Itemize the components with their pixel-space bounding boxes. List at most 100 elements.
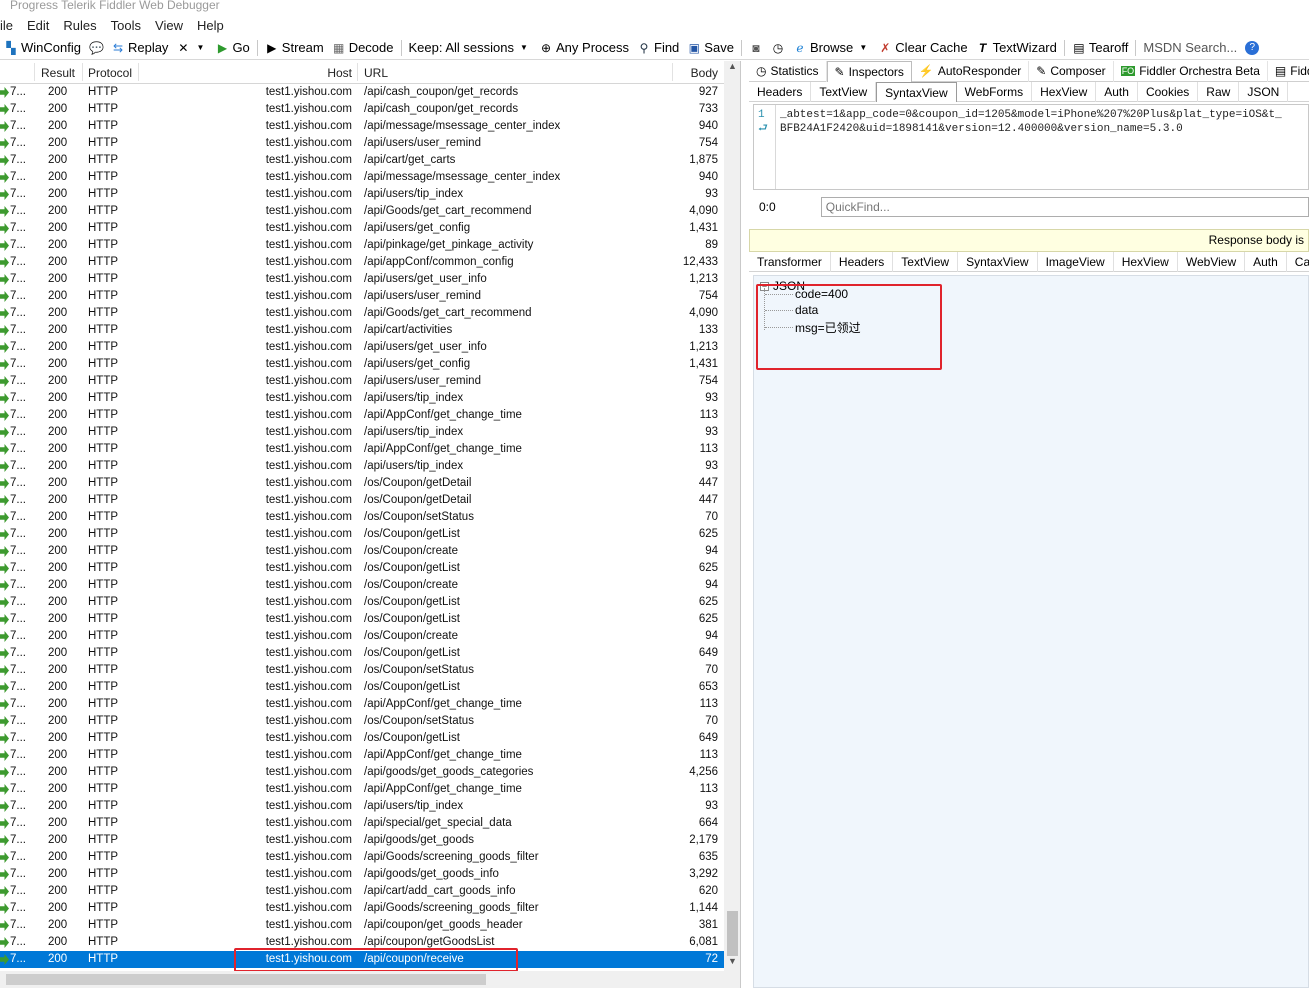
table-row[interactable]: 7... 200 HTTP test1.yishou.com/api/Goods/sc… (0, 900, 724, 917)
tab-fiddler-orchestra[interactable]: FO Fiddler Orchestra Beta (1114, 61, 1268, 82)
sessions-vertical-scrollbar[interactable]: ▲ ▼ (724, 61, 740, 988)
tab-response-headers[interactable]: Headers (831, 251, 894, 272)
menu-file[interactable]: ile (0, 18, 20, 33)
tab-request-syntaxview[interactable]: SyntaxView (876, 81, 957, 102)
screenshot-button[interactable]: ◙ (745, 41, 767, 55)
tearoff-button[interactable]: ▤ Tearoff (1068, 40, 1133, 55)
clear-cache-button[interactable]: ✗ Clear Cache (874, 40, 971, 55)
browse-button[interactable]: ℯ Browse ▼ (789, 40, 874, 55)
table-row[interactable]: 7... 200 HTTP test1.yishou.com/api/users/us… (0, 135, 724, 152)
tab-request-webforms[interactable]: WebForms (957, 81, 1033, 102)
column-protocol[interactable]: Protocol (88, 66, 132, 80)
table-row[interactable]: 7... 200 HTTP test1.yishou.com/api/pinkage/… (0, 237, 724, 254)
table-row[interactable]: 7... 200 HTTP test1.yishou.com/api/Goods/sc… (0, 849, 724, 866)
tab-response-textview[interactable]: TextView (893, 251, 959, 272)
table-row[interactable]: 7... 200 HTTP test1.yishou.com/api/users/ti… (0, 458, 724, 475)
table-row[interactable]: 7... 200 HTTP test1.yishou.com/api/message/… (0, 169, 724, 186)
tab-response-hexview[interactable]: HexView (1114, 251, 1178, 272)
help-button[interactable]: ? (1241, 40, 1263, 55)
table-row[interactable]: 7... 200 HTTP test1.yishou.com/os/Coupon/ge… (0, 594, 724, 611)
table-row[interactable]: 7... 200 HTTP test1.yishou.com/os/Coupon/ge… (0, 475, 724, 492)
tab-request-hexview[interactable]: HexView (1032, 81, 1097, 102)
table-row[interactable]: 7... 200 HTTP test1.yishou.com/api/cart/add… (0, 883, 724, 900)
save-button[interactable]: ▣ Save (683, 40, 738, 55)
table-row[interactable]: 7... 200 HTTP test1.yishou.com/api/users/ge… (0, 339, 724, 356)
msdn-search-input[interactable]: MSDN Search... (1139, 40, 1241, 55)
table-row[interactable]: 7... 200 HTTP test1.yishou.com/api/users/ti… (0, 390, 724, 407)
winconfig-button[interactable]: ▚ WinConfig (0, 40, 85, 55)
table-row[interactable]: 7... 200 HTTP test1.yishou.com/api/AppConf/… (0, 747, 724, 764)
table-row[interactable]: 7... 200 HTTP test1.yishou.com/api/Goods/ge… (0, 203, 724, 220)
table-row[interactable]: 7... 200 HTTP test1.yishou.com/api/cart/get… (0, 152, 724, 169)
go-button[interactable]: ▶ Go (211, 40, 253, 55)
table-row[interactable]: 7... 200 HTTP test1.yishou.com/api/users/ge… (0, 356, 724, 373)
scroll-down-icon[interactable]: ▼ (724, 956, 740, 970)
table-row[interactable]: 7... 200 HTTP test1.yishou.com/os/Coupon/cr… (0, 628, 724, 645)
table-row[interactable]: 7... 200 HTTP test1.yishou.com/api/message/… (0, 118, 724, 135)
tab-request-auth[interactable]: Auth (1096, 81, 1138, 102)
tab-request-raw[interactable]: Raw (1198, 81, 1240, 102)
column-url[interactable]: URL (364, 66, 388, 80)
table-row[interactable]: 7... 200 HTTP test1.yishou.com/api/users/ge… (0, 220, 724, 237)
table-row[interactable]: 7... 200 HTTP test1.yishou.com/os/Coupon/se… (0, 662, 724, 679)
table-row[interactable]: 7... 200 HTTP test1.yishou.com/api/users/ti… (0, 186, 724, 203)
scroll-up-icon[interactable]: ▲ (724, 61, 740, 75)
table-row[interactable]: 7... 200 HTTP test1.yishou.com/api/Goods/ge… (0, 305, 724, 322)
table-row[interactable]: 7... 200 HTTP test1.yishou.com/api/special/… (0, 815, 724, 832)
sessions-horizontal-scrollbar[interactable] (0, 971, 724, 988)
table-row[interactable]: 7... 200 HTTP test1.yishou.com/api/AppConf/… (0, 407, 724, 424)
table-row[interactable]: 7... 200 HTTP test1.yishou.com/os/Coupon/ge… (0, 645, 724, 662)
menu-edit[interactable]: Edit (20, 18, 56, 33)
comment-button[interactable]: 💬 (85, 41, 107, 55)
quickfind-input[interactable]: QuickFind... (820, 197, 1309, 217)
tab-autoresponder[interactable]: ⚡ AutoResponder (912, 61, 1030, 82)
table-row[interactable]: 7... 200 HTTP test1.yishou.com/os/Coupon/ge… (0, 526, 724, 543)
table-row[interactable]: 7... 200 HTTP test1.yishou.com/api/AppConf/… (0, 781, 724, 798)
menu-rules[interactable]: Rules (56, 18, 103, 33)
replay-button[interactable]: ⇆ Replay (107, 40, 172, 55)
tab-response-webview[interactable]: WebView (1178, 251, 1246, 272)
menu-help[interactable]: Help (190, 18, 231, 33)
scrollbar-thumb[interactable] (727, 911, 738, 956)
table-row[interactable]: 7... 200 HTTP test1.yishou.com/os/Coupon/cr… (0, 577, 724, 594)
keep-sessions-dropdown[interactable]: Keep: All sessions ▼ (405, 40, 536, 55)
tab-response-transformer[interactable]: Transformer (749, 251, 831, 272)
table-row[interactable]: 7... 200 HTTP test1.yishou.com/api/users/us… (0, 373, 724, 390)
tab-request-textview[interactable]: TextView (811, 81, 877, 102)
table-row[interactable]: 7... 200 HTTP test1.yishou.com/os/Coupon/ge… (0, 611, 724, 628)
table-row[interactable]: 7... 200 HTTP test1.yishou.com/api/goods/ge… (0, 764, 724, 781)
table-row[interactable]: 7... 200 HTTP test1.yishou.com/api/users/ti… (0, 424, 724, 441)
table-row[interactable]: 7... 200 HTTP test1.yishou.com/os/Coupon/se… (0, 713, 724, 730)
table-row[interactable]: 7... 200 HTTP test1.yishou.com/os/Coupon/cr… (0, 543, 724, 560)
table-row[interactable]: 7... 200 HTTP test1.yishou.com/api/cart/act… (0, 322, 724, 339)
menu-view[interactable]: View (148, 18, 190, 33)
any-process-button[interactable]: ⊕ Any Process (535, 40, 633, 55)
timer-button[interactable]: ◷ (767, 41, 789, 55)
table-row[interactable]: 7... 200 HTTP test1.yishou.com/api/AppConf/… (0, 441, 724, 458)
tab-request-headers[interactable]: Headers (749, 81, 812, 102)
tab-request-json[interactable]: JSON (1239, 81, 1289, 102)
tab-composer[interactable]: ✎ Composer (1029, 61, 1114, 82)
column-result[interactable]: Result (41, 66, 75, 80)
request-body-editor[interactable]: 1 ⮐ _abtest=1&app_code=0&coupon_id=1205&m… (753, 104, 1309, 190)
remove-button[interactable]: ✕ ▼ (172, 41, 211, 55)
decode-button[interactable]: ▦ Decode (328, 40, 398, 55)
table-row[interactable]: 7... 200 HTTP test1.yishou.com/api/goods/ge… (0, 866, 724, 883)
table-row[interactable]: 7... 200 HTTP test1.yishou.com/api/goods/ge… (0, 832, 724, 849)
table-row[interactable]: 7... 200 HTTP test1.yishou.com/api/cash_cou… (0, 101, 724, 118)
table-row[interactable]: 7... 200 HTTP test1.yishou.com/os/Coupon/ge… (0, 560, 724, 577)
response-notice-bar[interactable]: Response body is (749, 229, 1309, 252)
tab-response-auth[interactable]: Auth (1245, 251, 1287, 272)
column-body[interactable]: Body (680, 66, 718, 80)
table-row[interactable]: 7... 200 HTTP test1.yishou.com/os/Coupon/ge… (0, 730, 724, 747)
tab-response-caching[interactable]: Ca (1287, 252, 1309, 272)
tab-inspectors[interactable]: ✎ Inspectors (826, 61, 912, 82)
table-row[interactable]: 7... 200 HTTP test1.yishou.com/api/cash_cou… (0, 84, 724, 101)
table-row[interactable]: 7... 200 HTTP test1.yishou.com/os/Coupon/ge… (0, 492, 724, 509)
table-row[interactable]: 7... 200 HTTP test1.yishou.com/os/Coupon/ge… (0, 679, 724, 696)
menu-tools[interactable]: Tools (104, 18, 148, 33)
table-row[interactable]: 7... 200 HTTP test1.yishou.com/api/AppConf/… (0, 696, 724, 713)
tab-response-imageview[interactable]: ImageView (1038, 251, 1114, 272)
table-row[interactable]: 7... 200 HTTP test1.yishou.com/api/users/us… (0, 288, 724, 305)
table-row[interactable]: 7... 200 HTTP test1.yishou.com/api/users/ti… (0, 798, 724, 815)
